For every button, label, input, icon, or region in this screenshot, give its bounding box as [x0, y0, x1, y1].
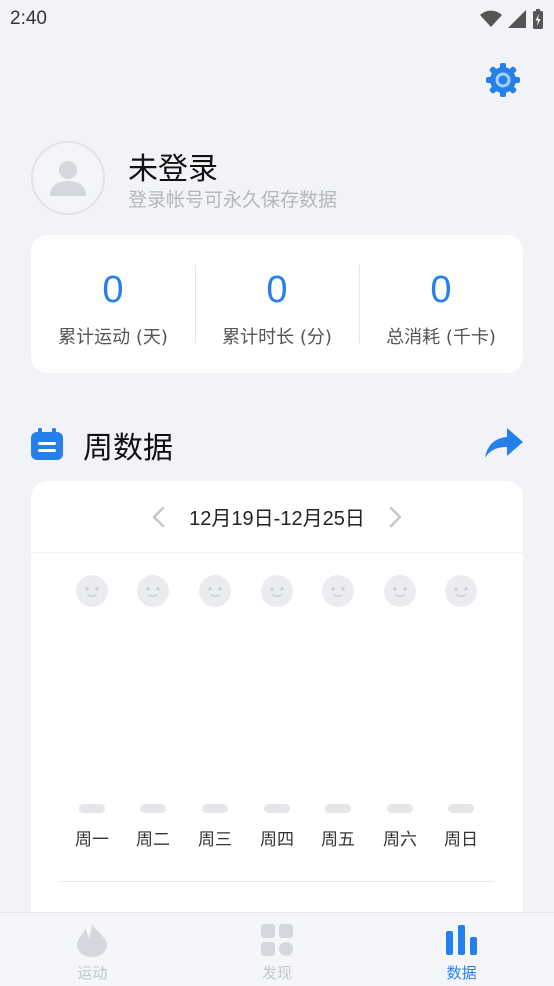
stat-total-calories: 0 总消耗 (千卡): [359, 235, 523, 373]
day-bar: [202, 804, 228, 813]
nav-item-discover[interactable]: 发现: [185, 913, 370, 986]
day-label: 周三: [198, 830, 232, 850]
day-label: 周日: [444, 830, 478, 850]
battery-icon: [533, 9, 543, 29]
day-bar: [264, 804, 290, 813]
week-card: 12月19日-12月25日 周一 周二 周三 周四 周五 周六 周日: [31, 481, 523, 921]
nav-label: 运动: [77, 964, 108, 982]
day-bar: [387, 804, 413, 813]
day-label: 周一: [75, 830, 109, 850]
date-range: 12月19日-12月25日: [189, 508, 365, 530]
stat-total-minutes: 0 累计时长 (分): [195, 235, 359, 373]
avatar[interactable]: [31, 141, 105, 215]
stat-total-days: 0 累计运动 (天): [31, 235, 195, 373]
neutral-face-icon: [445, 575, 477, 607]
stat-label: 总消耗 (千卡): [386, 327, 496, 348]
flame-icon: [75, 923, 109, 957]
stat-label: 累计运动 (天): [58, 327, 168, 348]
day-bar: [325, 804, 351, 813]
nav-item-exercise[interactable]: 运动: [0, 913, 185, 986]
neutral-face-icon: [384, 575, 416, 607]
divider: [61, 881, 493, 882]
status-icons: [480, 9, 544, 29]
bar-chart-icon: [445, 923, 479, 957]
login-hint: 登录帐号可永久保存数据: [128, 189, 338, 211]
day-label: 周五: [321, 830, 355, 850]
chevron-left-icon: [152, 506, 165, 527]
stat-value: 0: [102, 269, 124, 311]
day-bar: [140, 804, 166, 813]
grid-icon: [260, 923, 294, 957]
day-bar: [448, 804, 474, 813]
wifi-icon: [480, 10, 502, 27]
share-arrow-icon: [485, 428, 523, 458]
week-title: 周数据: [83, 431, 173, 466]
neutral-face-icon: [76, 575, 108, 607]
date-range-selector: 12月19日-12月25日: [31, 481, 523, 553]
stat-value: 0: [430, 269, 452, 311]
chevron-right-icon: [389, 506, 402, 527]
nav-label: 数据: [446, 964, 477, 982]
settings-button[interactable]: [484, 61, 522, 99]
share-button[interactable]: [485, 428, 523, 460]
neutral-face-icon: [322, 575, 354, 607]
user-silhouette-icon: [50, 161, 86, 196]
status-time: 2:40: [10, 8, 47, 29]
day-column: 周五: [308, 569, 368, 869]
day-column: 周二: [123, 569, 183, 869]
day-column: 周日: [431, 569, 491, 869]
nav-item-data[interactable]: 数据: [369, 913, 554, 986]
day-column: 周一: [62, 569, 122, 869]
stat-label: 累计时长 (分): [222, 327, 332, 348]
day-label: 周四: [260, 830, 294, 850]
login-status[interactable]: 未登录: [128, 144, 218, 188]
bottom-nav: 运动 发现 数据: [0, 912, 554, 986]
status-bar: 2:40: [0, 0, 554, 38]
neutral-face-icon: [199, 575, 231, 607]
day-label: 周六: [383, 830, 417, 850]
calendar-icon: [31, 428, 63, 460]
neutral-face-icon: [137, 575, 169, 607]
stats-card: 0 累计运动 (天) 0 累计时长 (分) 0 总消耗 (千卡): [31, 235, 523, 373]
stat-value: 0: [266, 269, 288, 311]
gear-icon: [486, 63, 520, 97]
week-section-header: 周数据: [31, 422, 523, 466]
day-label: 周二: [136, 830, 170, 850]
neutral-face-icon: [261, 575, 293, 607]
profile-header[interactable]: 未登录 登录帐号可永久保存数据: [31, 140, 511, 216]
week-days: 周一 周二 周三 周四 周五 周六 周日: [31, 569, 523, 869]
day-bar: [79, 804, 105, 813]
prev-week-button[interactable]: [147, 506, 169, 528]
day-column: 周六: [370, 569, 430, 869]
signal-icon: [508, 10, 526, 28]
next-week-button[interactable]: [385, 506, 407, 528]
nav-label: 发现: [262, 964, 293, 982]
day-column: 周三: [185, 569, 245, 869]
day-column: 周四: [247, 569, 307, 869]
